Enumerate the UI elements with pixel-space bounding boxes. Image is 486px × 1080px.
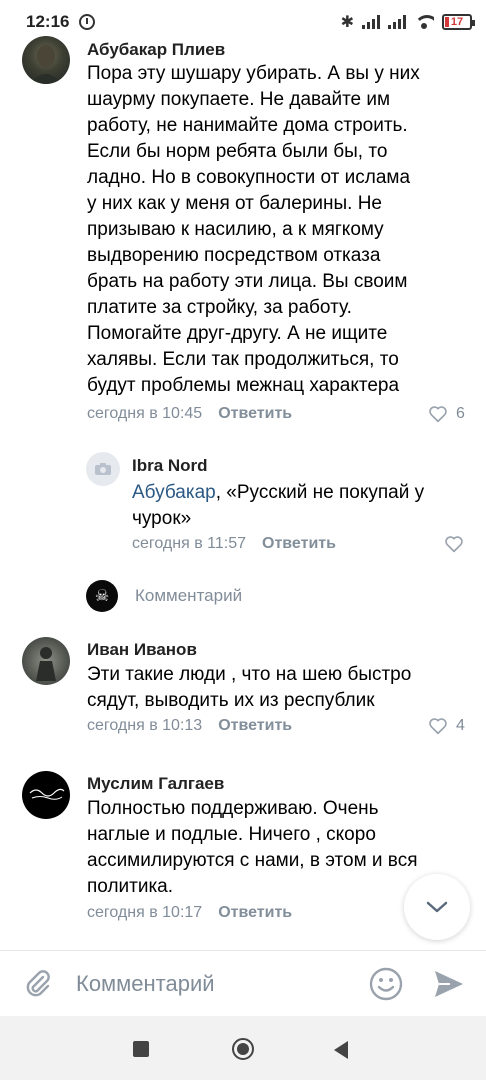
comment-text-line: Если бы норм ребята были бы, то: [87, 141, 388, 162]
comment-text-line: Помогайте друг-другу. А не ищите: [87, 323, 388, 344]
comment-text-line: Полностью поддерживаю. Очень: [87, 798, 379, 819]
recent-apps-button[interactable]: [133, 1041, 149, 1057]
avatar[interactable]: [22, 771, 70, 819]
like-count: 4: [456, 717, 465, 734]
comment-text-line: чурок»: [132, 508, 192, 529]
camera-icon: [95, 463, 111, 475]
like-button[interactable]: [444, 535, 464, 553]
comment-text-line: ассимилируются с нами, в этом и вся: [87, 850, 418, 871]
emoji-icon[interactable]: [368, 966, 404, 1002]
comment-text-line: Эти такие люди , что на шею быстро: [87, 664, 412, 685]
status-time: 12:16: [26, 12, 70, 31]
comment-text: Полностью поддерживаю. Очень наглые и по…: [87, 796, 467, 900]
comment-text: Эти такие люди , что на шею быстро сядут…: [87, 662, 467, 714]
comment-text-line: будут проблемы межнац характера: [87, 375, 400, 396]
comment-meta: сегодня в 10:45 Ответить: [87, 405, 292, 423]
like-count: 6: [456, 405, 465, 422]
status-icons: ✱ 17: [340, 12, 475, 32]
reply-button[interactable]: Ответить: [218, 717, 292, 735]
signal-icon: [362, 15, 380, 29]
comment-time: сегодня в 11:57: [132, 535, 247, 552]
comment-text-line: ладно. Но в совокупности от ислама: [87, 167, 411, 188]
avatar[interactable]: [22, 637, 70, 685]
reply-button[interactable]: Ответить: [262, 535, 336, 553]
avatar[interactable]: [22, 36, 70, 84]
wifi-icon: [414, 15, 434, 29]
avatar[interactable]: [86, 452, 120, 486]
heart-icon: [429, 406, 447, 423]
comment-text-line: выдворению посредством отказа: [87, 245, 381, 266]
heart-icon: [429, 718, 447, 735]
mention-link[interactable]: Абубакар: [132, 482, 216, 503]
comment-meta: сегодня в 10:17 Ответить: [87, 904, 292, 922]
calligraphy-logo-icon: [29, 788, 65, 800]
comment-author[interactable]: Ibra Nord: [132, 456, 208, 476]
comment-meta: сегодня в 11:57 Ответить: [132, 535, 336, 553]
comment-text-line: шаурму покупаете. Не давайте им: [87, 89, 391, 110]
reply-button[interactable]: Ответить: [218, 904, 292, 922]
comment-text-line: платите за стройку, за работу.: [87, 297, 352, 318]
comment-composer: [0, 950, 486, 1016]
send-icon[interactable]: [432, 968, 466, 1000]
comment-author[interactable]: Абубакар Плиев: [87, 40, 225, 60]
bluetooth-icon: ✱: [340, 14, 354, 31]
battery-level: 17: [450, 16, 464, 28]
avatar-photo-icon: [36, 647, 56, 681]
reply-button[interactable]: Ответить: [218, 405, 292, 423]
home-button[interactable]: [232, 1038, 254, 1060]
skull-icon: ☠: [86, 580, 118, 612]
comment-text-line: работу, не нанимайте дома строить.: [87, 115, 408, 136]
comment-author[interactable]: Иван Иванов: [87, 640, 197, 660]
comment-text: Пора эту шушару убирать. А вы у них шаур…: [87, 61, 467, 399]
heart-icon: [445, 536, 463, 553]
comment-text-line: брать на работу эти лица. Вы своим: [87, 271, 408, 292]
status-bar: 12:16 ✱ 17: [0, 0, 486, 44]
inline-reply[interactable]: ☠ Комментарий: [86, 580, 242, 612]
comment-author[interactable]: Муслим Галгаев: [87, 774, 224, 794]
chevron-down-icon: [426, 901, 448, 913]
scroll-down-button[interactable]: [404, 874, 470, 940]
signal-icon-2: [388, 15, 406, 29]
home-dot-icon: [237, 1043, 249, 1055]
comment-time: сегодня в 10:45: [87, 405, 203, 422]
attach-icon[interactable]: [22, 968, 54, 1000]
inline-reply-placeholder[interactable]: Комментарий: [135, 586, 242, 606]
comment-text: Абубакар, «Русский не покупай у чурок»: [132, 480, 472, 532]
comment-text-line: Пора эту шушару убирать. А вы у них: [87, 63, 420, 84]
comment-time: сегодня в 10:17: [87, 904, 203, 921]
comment-meta: сегодня в 10:13 Ответить: [87, 717, 292, 735]
comment-input[interactable]: [76, 969, 356, 999]
system-nav-bar: [0, 1016, 486, 1080]
comment-text-line: призываю к насилию, а к мягкому: [87, 219, 384, 240]
avatar-photo-icon: [30, 45, 62, 84]
like-button[interactable]: 4: [428, 717, 465, 735]
back-button[interactable]: [334, 1041, 348, 1059]
like-button[interactable]: 6: [428, 405, 465, 423]
comment-text-line: наглые и подлые. Ничего , скоро: [87, 824, 376, 845]
comment-text-fragment: , «Русский не покупай у: [215, 482, 425, 503]
battery-icon: 17: [442, 14, 475, 30]
comment-text-line: халявы. Если так продолжиться, то: [87, 349, 399, 370]
comment-text-line: Абубакар, «Русский не покупай у: [132, 480, 472, 506]
comment-text-line: у них как у меня от балерины. Не: [87, 193, 382, 214]
comment-text-line: сядут, выводить их из республик: [87, 690, 375, 711]
comment-time: сегодня в 10:13: [87, 717, 203, 734]
alarm-icon: [79, 14, 96, 30]
